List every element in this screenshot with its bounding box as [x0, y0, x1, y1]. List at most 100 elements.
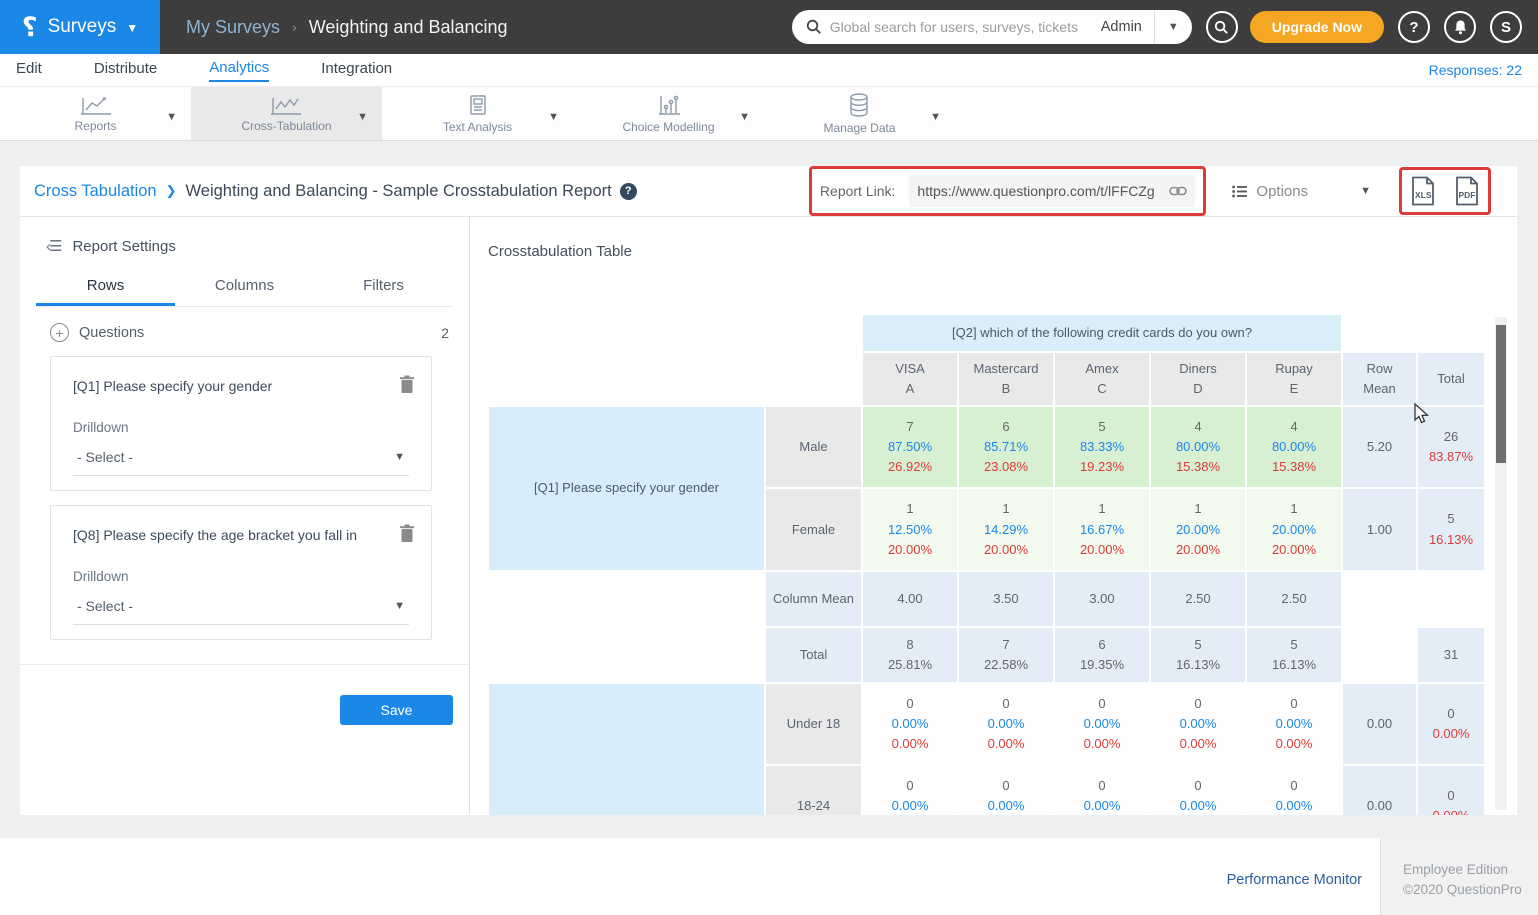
questionpro-logo-icon: ?	[22, 12, 38, 43]
spacer-cell	[489, 628, 764, 682]
drilldown-select-q8[interactable]: - Select - ▼	[73, 584, 409, 625]
responses-count[interactable]: Responses: 22	[1429, 62, 1522, 78]
spacer-cell	[1343, 628, 1416, 682]
drilldown-label: Drilldown	[73, 420, 409, 435]
crosstab-cell: 685.71%23.08%	[959, 407, 1053, 487]
export-xls-icon[interactable]: XLS	[1410, 176, 1436, 206]
topbar-actions: Admin ▼ Upgrade Now ? S	[792, 10, 1522, 44]
row-mean-cell: 5.20	[1343, 407, 1416, 487]
notifications-button[interactable]	[1444, 11, 1476, 43]
chevron-down-icon[interactable]: ▼	[739, 111, 750, 123]
summary-total-cell: 31	[1418, 628, 1484, 682]
survey-menu-bar: Edit Distribute Analytics Integration Re…	[0, 54, 1538, 87]
report-title: Weighting and Balancing - Sample Crossta…	[186, 182, 612, 201]
link-icon[interactable]	[1169, 185, 1187, 197]
collapse-panel-icon[interactable]: ‹☰	[46, 237, 60, 255]
save-button[interactable]: Save	[340, 695, 453, 725]
menu-analytics[interactable]: Analytics	[209, 59, 269, 82]
crosstab-cell: 00.00%0.00%	[1151, 684, 1245, 764]
tool-choice-modelling[interactable]: Choice Modelling ▼	[573, 87, 764, 140]
scatter-chart-icon	[656, 93, 682, 117]
performance-monitor-link[interactable]: Performance Monitor	[1227, 872, 1362, 888]
edition-label: Employee Edition	[1403, 860, 1538, 880]
question-cell: [Q1] Please specify your gender	[489, 407, 764, 570]
crosstab-cell: 116.67%20.00%	[1055, 489, 1149, 569]
tool-reports[interactable]: Reports ▼	[0, 87, 191, 140]
row-label: 18-24	[766, 766, 861, 815]
crosstab-cell: 00.00%0.00%	[863, 766, 957, 815]
search-scope-value[interactable]: Admin	[1089, 10, 1155, 44]
drilldown-label: Drilldown	[73, 569, 409, 584]
tab-rows[interactable]: Rows	[36, 277, 175, 306]
search-button[interactable]	[1206, 11, 1238, 43]
my-surveys-link[interactable]: My Surveys	[186, 17, 280, 38]
breadcrumb-separator: ❯	[166, 183, 177, 199]
report-settings-panel: ‹☰ Report Settings Rows Columns Filters …	[20, 217, 470, 814]
menu-edit[interactable]: Edit	[16, 60, 42, 81]
spacer-cell	[489, 315, 861, 351]
table-scrollbar-track[interactable]	[1495, 317, 1507, 810]
tool-manage-data[interactable]: Manage Data ▼	[764, 87, 955, 140]
delete-icon[interactable]	[399, 524, 415, 543]
summary-cell: 516.13%	[1151, 628, 1245, 682]
chevron-down-icon: ▼	[126, 21, 138, 35]
report-link-label: Report Link:	[820, 183, 895, 199]
options-dropdown[interactable]: Options ▼	[1232, 183, 1371, 200]
menu-integration[interactable]: Integration	[321, 60, 392, 81]
spacer-cell	[489, 572, 764, 626]
column-question-header: [Q2] which of the following credit cards…	[863, 315, 1341, 351]
row-label: Male	[766, 407, 861, 487]
global-search-input[interactable]	[830, 19, 1089, 35]
drilldown-select-q1[interactable]: - Select - ▼	[73, 435, 409, 476]
tab-filters[interactable]: Filters	[314, 277, 453, 306]
list-icon	[1232, 185, 1248, 198]
crosstab-cell: 120.00%20.00%	[1151, 489, 1245, 569]
cross-tabulation-link[interactable]: Cross Tabulation	[34, 182, 157, 201]
chevron-down-icon[interactable]: ▼	[1155, 21, 1192, 33]
total-cell: 2683.87%	[1418, 407, 1484, 487]
menu-distribute[interactable]: Distribute	[94, 60, 157, 81]
report-link-highlight: Report Link:	[809, 166, 1206, 216]
survey-breadcrumb: My Surveys › Weighting and Balancing	[186, 17, 508, 38]
global-search: Admin ▼	[792, 10, 1192, 44]
tool-label: Reports	[74, 119, 116, 133]
total-cell: 00.00%	[1418, 684, 1484, 764]
chevron-down-icon[interactable]: ▼	[548, 111, 559, 123]
chevron-down-icon[interactable]: ▼	[166, 111, 177, 123]
column-header: MastercardB	[959, 353, 1053, 405]
tab-columns[interactable]: Columns	[175, 277, 314, 306]
crosstab-cell: 00.00%0.00%	[1055, 684, 1149, 764]
delete-icon[interactable]	[399, 375, 415, 394]
document-icon	[466, 93, 490, 117]
export-pdf-icon[interactable]: PDF	[1454, 176, 1480, 206]
upgrade-now-button[interactable]: Upgrade Now	[1250, 11, 1384, 43]
product-switcher[interactable]: ? Surveys ▼	[0, 0, 160, 54]
summary-label: Column Mean	[766, 572, 861, 626]
questions-label: Questions	[79, 325, 144, 341]
report-link-input[interactable]	[917, 183, 1169, 199]
crosstab-cell: 00.00%0.00%	[1247, 766, 1341, 815]
breadcrumb-separator: ›	[292, 19, 297, 35]
chevron-down-icon: ▼	[1360, 185, 1371, 197]
spacer-cell	[1418, 572, 1484, 626]
chevron-down-icon: ▼	[394, 451, 405, 463]
add-question-button[interactable]: +	[50, 323, 69, 342]
crosstab-area: Crosstabulation Table [Q2] which of the …	[470, 217, 1517, 814]
help-icon[interactable]: ?	[620, 183, 637, 200]
table-scrollbar-thumb[interactable]	[1496, 325, 1506, 463]
total-header: Total	[1418, 353, 1484, 405]
chevron-down-icon[interactable]: ▼	[930, 111, 941, 123]
crosstab-cell: 120.00%20.00%	[1247, 489, 1341, 569]
chevron-down-icon[interactable]: ▼	[357, 111, 368, 123]
search-icon	[806, 19, 822, 35]
bell-icon	[1453, 19, 1468, 35]
questions-count: 2	[441, 325, 449, 341]
tool-label: Cross-Tabulation	[241, 119, 331, 133]
help-button[interactable]: ?	[1398, 11, 1430, 43]
tool-text-analysis[interactable]: Text Analysis ▼	[382, 87, 573, 140]
divider	[20, 664, 469, 665]
top-bar: ? Surveys ▼ My Surveys › Weighting and B…	[0, 0, 1538, 54]
tool-cross-tabulation[interactable]: Cross-Tabulation ▼	[191, 87, 382, 140]
crosstab-title: Crosstabulation Table	[488, 243, 632, 260]
user-avatar[interactable]: S	[1490, 11, 1522, 43]
